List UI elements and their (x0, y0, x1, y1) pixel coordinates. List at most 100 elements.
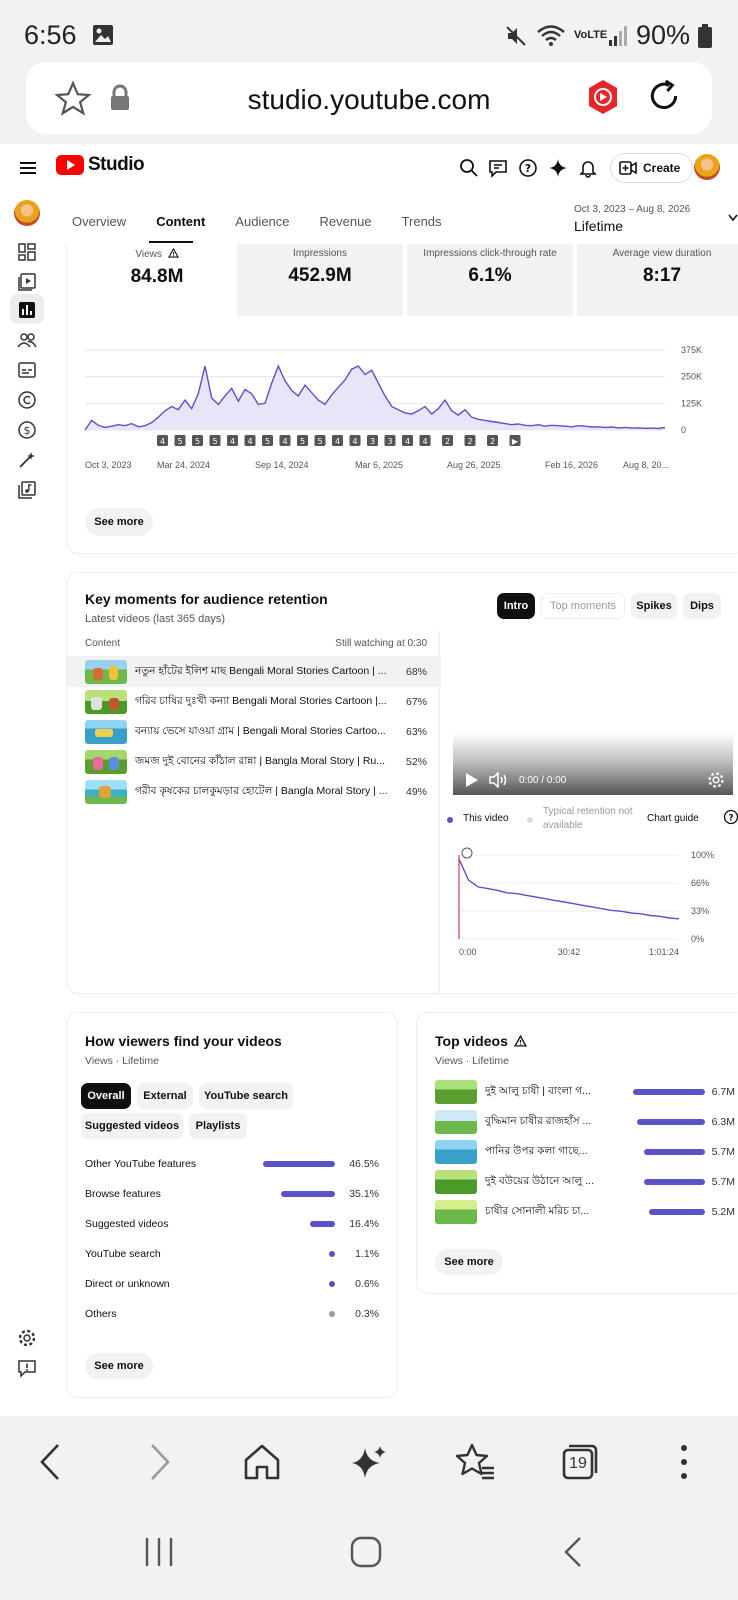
col-content-header: Content (85, 638, 121, 649)
top-videos-see-more-button[interactable]: See more (435, 1249, 503, 1275)
chip-playlists[interactable]: Playlists (189, 1113, 247, 1139)
table-row[interactable]: নতুন হাঁটের ইলিশ মাছ Bengali Moral Stori… (67, 657, 441, 687)
hamburger-menu-icon[interactable] (18, 158, 38, 178)
ai-sparkle-icon[interactable] (350, 1444, 388, 1482)
help-icon[interactable]: ? (723, 809, 738, 825)
traffic-see-more-button[interactable]: See more (85, 1353, 153, 1379)
metric-impressions[interactable]: Impressions 452.9M (237, 244, 403, 316)
account-avatar[interactable] (694, 154, 720, 180)
customization-wand-icon[interactable] (17, 450, 37, 470)
traffic-source-row[interactable]: Other YouTube features 46.5% (85, 1149, 385, 1179)
chip-overall[interactable]: Overall (81, 1083, 131, 1109)
traffic-sources-title: How viewers find your videos (85, 1033, 282, 1049)
search-icon[interactable] (459, 158, 479, 178)
tab-revenue[interactable]: Revenue (320, 214, 372, 244)
youtube-studio-extension-icon[interactable] (586, 78, 620, 116)
send-feedback-icon[interactable] (17, 1358, 37, 1378)
traffic-source-row[interactable]: Direct or unknown 0.6% (85, 1269, 385, 1299)
forward-arrow-icon[interactable] (148, 1442, 172, 1482)
status-bar: 6:56 VoLTE 90% (0, 0, 738, 62)
home-nav-icon[interactable] (350, 1536, 382, 1568)
chip-dips[interactable]: Dips (683, 593, 721, 619)
sparkle-icon[interactable] (548, 158, 568, 178)
retention-video-list: Content Still watching at 0:30 নতুন হাঁট… (67, 631, 441, 807)
publish-marker-label: 5 (177, 437, 182, 446)
chip-external[interactable]: External (137, 1083, 193, 1109)
chip-youtube-search[interactable]: YouTube search (199, 1083, 293, 1109)
traffic-source-label: Browse features (85, 1188, 161, 1200)
recent-apps-icon[interactable] (144, 1536, 174, 1568)
overview-see-more-button[interactable]: See more (85, 508, 153, 536)
player-settings-gear-icon[interactable] (707, 771, 725, 789)
chip-suggested-videos[interactable]: Suggested videos (81, 1113, 183, 1139)
chip-spikes[interactable]: Spikes (631, 593, 677, 619)
date-range-selector[interactable]: Oct 3, 2023 – Aug 8, 2026 Lifetime (574, 204, 690, 234)
table-row[interactable]: বন্যায় ভেসে যাওয়া গ্রাম | Bengali Mora… (67, 717, 441, 747)
tab-content[interactable]: Content (156, 214, 205, 244)
address-bar[interactable]: studio.youtube.com (26, 62, 712, 134)
traffic-source-row[interactable]: YouTube search 1.1% (85, 1239, 385, 1269)
traffic-source-bar (280, 1191, 335, 1197)
back-nav-icon[interactable] (562, 1536, 584, 1568)
publish-marker-label: 4 (282, 437, 287, 446)
notifications-bell-icon[interactable] (578, 158, 598, 178)
chevron-down-icon[interactable] (728, 214, 738, 222)
video-thumbnail (435, 1110, 477, 1134)
dashboard-icon[interactable] (17, 242, 37, 262)
back-arrow-icon[interactable] (38, 1442, 62, 1482)
chip-intro[interactable]: Intro (497, 593, 535, 619)
top-video-views: 5.7M (711, 1146, 735, 1158)
play-icon[interactable] (465, 772, 479, 788)
table-row[interactable]: গরিব চাষির দুঃখী কন্যা Bengali Moral Sto… (67, 687, 441, 717)
chart-guide-link[interactable]: Chart guide (647, 813, 699, 824)
top-video-views: 5.7M (711, 1176, 735, 1188)
top-video-row[interactable]: বুদ্ধিমান চাষীর রাজহাঁস ... 6.3M (435, 1107, 735, 1137)
traffic-source-row[interactable]: Others 0.3% (85, 1299, 385, 1329)
video-player[interactable]: 0:00 / 0:00 (453, 631, 733, 795)
metric-views[interactable]: Views 84.8M (81, 241, 233, 316)
channel-avatar[interactable] (14, 200, 40, 226)
tab-overview[interactable]: Overview (72, 214, 126, 244)
analytics-icon[interactable] (17, 300, 37, 320)
traffic-source-pct: 35.1% (349, 1188, 379, 1200)
table-row[interactable]: গরীব কৃষকের চালকুমড়ার হোটেল | Bangla Mo… (67, 777, 441, 807)
views-chart[interactable]: 375K 250K 125K 0 4 5 5 5 4 4 5 4 5 5 4 4 3 3 4 4 2 2 2 ▶ Oct 3, … (77, 334, 737, 484)
video-thumbnail (85, 660, 127, 684)
top-video-row[interactable]: পানির উপর কলা গাছে... 5.7M (435, 1137, 735, 1167)
tabs-button[interactable]: 19 (560, 1442, 600, 1482)
studio-logo[interactable]: Studio (56, 154, 145, 176)
tab-audience[interactable]: Audience (235, 214, 289, 244)
subtitles-icon[interactable] (17, 360, 37, 380)
volume-icon[interactable] (489, 772, 509, 788)
content-icon[interactable] (17, 272, 37, 292)
community-icon[interactable] (17, 330, 37, 350)
copyright-icon[interactable] (17, 390, 37, 410)
traffic-source-pct: 0.3% (355, 1308, 379, 1320)
audio-library-icon[interactable] (17, 480, 37, 500)
more-vertical-icon[interactable] (678, 1444, 690, 1480)
metric-avg-view-duration[interactable]: Average view duration 8:17 (577, 244, 738, 316)
traffic-source-row[interactable]: Browse features 35.1% (85, 1179, 385, 1209)
y-tick-label: 0% (691, 934, 704, 944)
help-icon[interactable]: ? (518, 158, 538, 178)
table-row[interactable]: জমজ দুই বোনের কাঁঠাল রান্না | Bangla Mor… (67, 747, 441, 777)
feedback-comments-icon[interactable] (488, 158, 508, 178)
top-video-row[interactable]: দুই বউয়ের উঠানে আলু ... 5.7M (435, 1167, 735, 1197)
chip-top-moments[interactable]: Top moments (541, 593, 625, 619)
settings-gear-icon[interactable] (17, 1328, 37, 1348)
tab-trends[interactable]: Trends (402, 214, 442, 244)
earn-dollar-icon[interactable]: $ (17, 420, 37, 440)
traffic-source-row[interactable]: Suggested videos 16.4% (85, 1209, 385, 1239)
traffic-source-label: Suggested videos (85, 1218, 169, 1230)
home-icon[interactable] (242, 1442, 282, 1482)
publish-marker-label: 4 (352, 437, 357, 446)
video-thumbnail (85, 750, 127, 774)
reload-icon[interactable] (644, 76, 684, 116)
top-video-row[interactable]: চাষীর সোনালী মরিচ চা... 5.2M (435, 1197, 735, 1227)
top-video-row[interactable]: দুই আলু চাষী | বাংলা গ... 6.7M (435, 1077, 735, 1107)
bookmarks-star-list-icon[interactable] (454, 1442, 496, 1482)
retention-chart[interactable]: 100% 66% 33% 0% 0:00 30:42 1:01:24 (443, 845, 738, 985)
still-watching-pct: 68% (405, 666, 427, 678)
metric-ctr[interactable]: Impressions click-through rate 6.1% (407, 244, 573, 316)
create-button[interactable]: Create (610, 153, 694, 183)
